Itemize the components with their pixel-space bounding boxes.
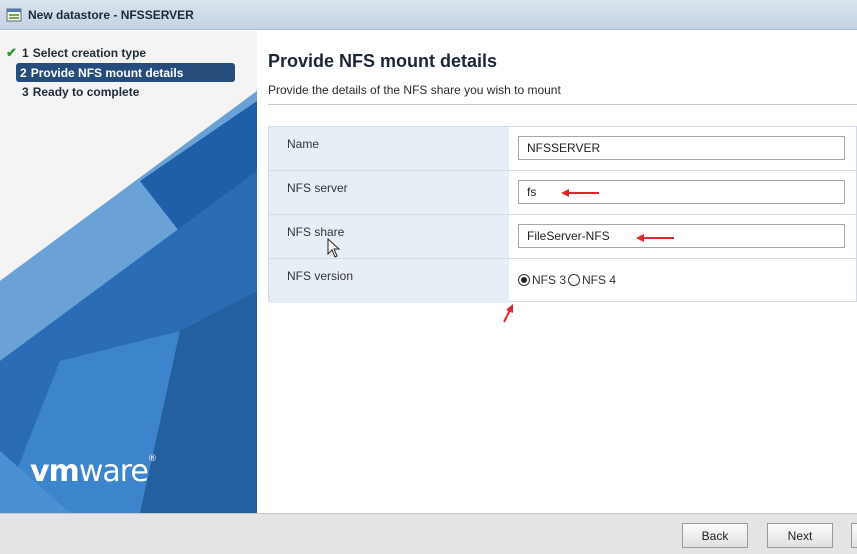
page-subtitle: Provide the details of the NFS share you… xyxy=(268,83,561,97)
form-row-share: NFS share FileServer-NFS xyxy=(269,215,857,259)
datastore-icon xyxy=(6,8,22,22)
sidebar-background xyxy=(0,31,257,513)
back-button[interactable]: Back xyxy=(682,523,748,548)
name-input[interactable]: NFSSERVER xyxy=(518,136,845,160)
check-icon: ✔ xyxy=(6,45,17,60)
nfs3-radio[interactable] xyxy=(518,274,530,286)
window-title: New datastore - NFSSERVER xyxy=(28,7,194,22)
divider xyxy=(268,104,857,105)
page-title: Provide NFS mount details xyxy=(268,51,498,71)
wizard-footer: Back Next xyxy=(0,513,857,554)
nfs-version-label: NFS version xyxy=(269,259,509,303)
nfs4-label: NFS 4 xyxy=(582,273,617,287)
nfs-server-label: NFS server xyxy=(269,171,509,214)
wizard-sidebar: ✔ 1 Select creation type 2 Provide NFS m… xyxy=(0,31,257,513)
nfs-details-form: Name NFSSERVER NFS server fs NFS share F… xyxy=(268,126,857,303)
next-button[interactable]: Next xyxy=(767,523,833,548)
nfs3-label: NFS 3 xyxy=(532,273,567,287)
form-row-name: Name NFSSERVER xyxy=(269,127,857,171)
nfs-share-input[interactable]: FileServer-NFS xyxy=(518,224,845,248)
annotation-arrow-icon xyxy=(561,189,599,197)
nfs-share-label: NFS share xyxy=(269,215,509,258)
finish-button-partial[interactable] xyxy=(851,523,857,548)
nfs-version-radio-group: NFS 3 NFS 4 xyxy=(518,273,618,287)
annotation-arrow-icon xyxy=(636,234,674,242)
vmware-logo: vmware® xyxy=(30,454,157,489)
step-provide-nfs-mount-details[interactable]: 2 Provide NFS mount details xyxy=(16,63,235,82)
form-row-version: NFS version NFS 3 NFS 4 xyxy=(269,259,857,303)
step-ready-to-complete[interactable]: 3 Ready to complete xyxy=(0,82,257,102)
wizard-steps: ✔ 1 Select creation type 2 Provide NFS m… xyxy=(0,43,257,102)
window-titlebar: New datastore - NFSSERVER xyxy=(0,0,857,30)
mouse-cursor-icon xyxy=(327,238,341,258)
name-label: Name xyxy=(269,127,509,170)
step-select-creation-type[interactable]: ✔ 1 Select creation type xyxy=(0,43,257,63)
nfs4-radio[interactable] xyxy=(568,274,581,286)
annotation-arrow-icon xyxy=(503,304,513,323)
main-panel: Provide NFS mount details Provide the de… xyxy=(258,31,857,513)
